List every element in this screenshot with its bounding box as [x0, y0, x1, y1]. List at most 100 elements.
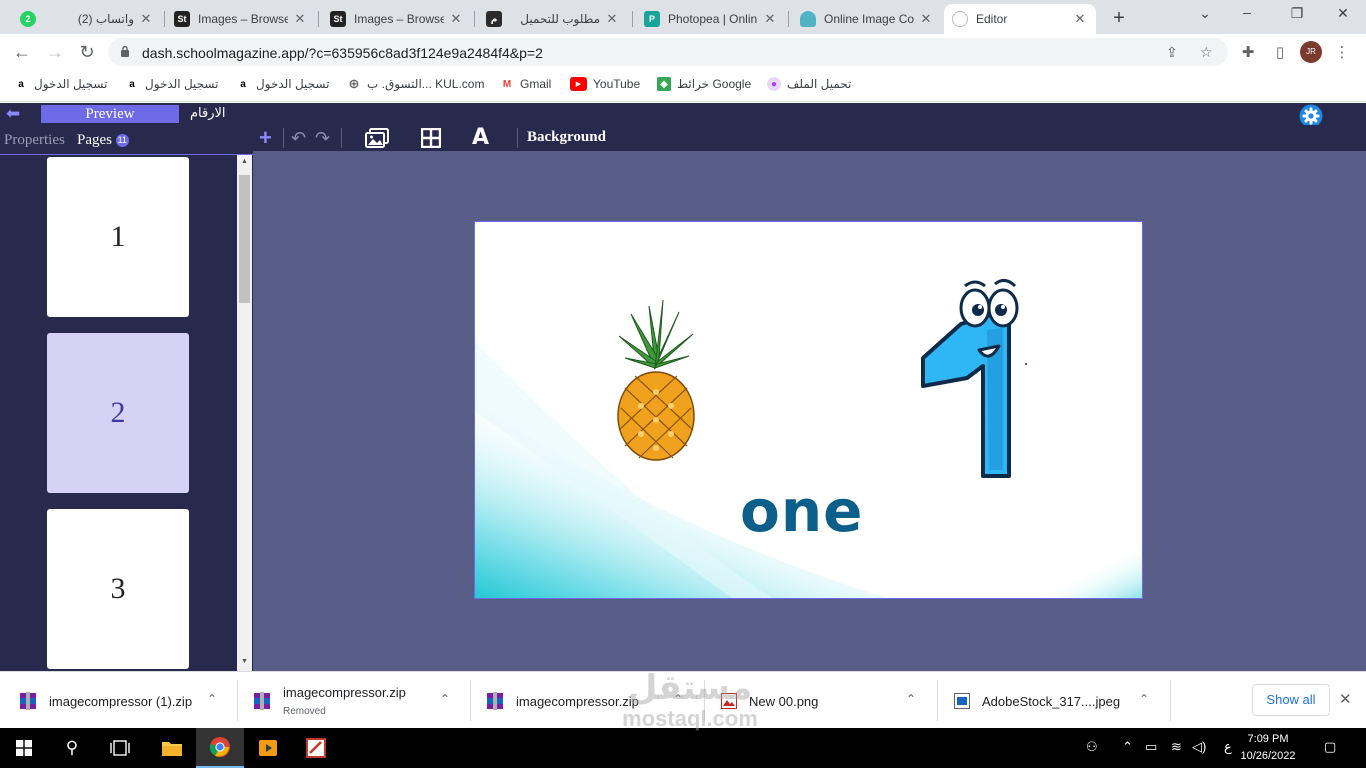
input-language[interactable]: ع: [1224, 739, 1232, 755]
window-close-icon[interactable]: ✕: [1332, 5, 1354, 22]
scroll-down-icon[interactable]: ▼: [237, 658, 252, 665]
notifications-icon[interactable]: ▢: [1324, 739, 1336, 755]
tab-properties[interactable]: Properties: [4, 132, 65, 149]
url-text[interactable]: dash.schoolmagazine.app/?c=635956c8ad3f1…: [142, 45, 543, 61]
close-icon[interactable]: ✕: [762, 11, 778, 27]
number-one-character[interactable]: [917, 274, 1037, 484]
share-icon[interactable]: ⇪: [1166, 44, 1178, 61]
tab-images-1[interactable]: St Images – Browse ✕: [166, 4, 316, 34]
tab-photopea[interactable]: P Photopea | Onlin ✕: [636, 4, 786, 34]
bookmark-item[interactable]: ◆ خرائط Google: [657, 77, 751, 91]
chevron-up-icon[interactable]: ⌃: [1122, 739, 1133, 755]
download-item[interactable]: AdobeStock_317....jpeg ⌃: [938, 672, 1169, 729]
pages-scrollbar[interactable]: ▲ ▼: [237, 155, 252, 671]
windows-start-icon[interactable]: [0, 728, 48, 768]
add-page-icon[interactable]: +: [259, 127, 272, 149]
bookmark-item[interactable]: a تسجيل الدخول: [14, 77, 107, 91]
menu-icon[interactable]: ⋮: [1332, 43, 1352, 61]
chevron-up-icon[interactable]: ⌃: [440, 692, 450, 706]
page-number: 2: [110, 396, 126, 429]
close-icon[interactable]: ✕: [448, 11, 464, 27]
download-filename: imagecompressor.zip: [516, 694, 639, 709]
close-icon[interactable]: ✕: [138, 11, 154, 27]
forward-icon[interactable]: →: [44, 41, 66, 63]
close-icon[interactable]: ✕: [604, 11, 620, 27]
stock-icon: St: [174, 11, 190, 27]
page-thumbnail[interactable]: 3: [47, 509, 189, 669]
download-item[interactable]: imagecompressor.zip ⌃: [471, 672, 703, 729]
chevron-up-icon[interactable]: ⌃: [207, 692, 217, 706]
lock-icon: [121, 45, 129, 57]
tab-pages-label: Pages: [77, 132, 112, 148]
tab-search-chevron-icon[interactable]: ⌄: [1194, 5, 1216, 22]
close-icon[interactable]: ✕: [918, 11, 934, 27]
side-panel-icon[interactable]: ▯: [1270, 43, 1290, 61]
bookmark-item[interactable]: M Gmail: [500, 77, 552, 91]
bookmark-label: خرائط Google: [677, 77, 752, 91]
whatsapp-icon: 2: [20, 11, 36, 27]
bookmark-item[interactable]: ⊕ التسوق. ب... KUL.com: [347, 76, 485, 91]
bookmark-item[interactable]: a تسجيل الدخول: [125, 77, 218, 91]
tab-images-2[interactable]: St Images – Browse ✕: [322, 4, 472, 34]
pineapple-image[interactable]: [611, 296, 701, 462]
page-thumbnail-selected[interactable]: 2: [47, 333, 189, 493]
number-word[interactable]: one: [740, 477, 863, 545]
tab-mostaql[interactable]: م مطلوب للتحميل ✕: [478, 4, 628, 34]
tab-editor[interactable]: Editor ✕: [944, 4, 1096, 34]
preview-button[interactable]: Preview: [41, 105, 179, 123]
images-icon[interactable]: [365, 128, 389, 148]
chevron-up-icon[interactable]: ⌃: [673, 692, 683, 706]
people-icon[interactable]: ⚇: [1086, 739, 1098, 755]
text-tool-icon[interactable]: A: [472, 127, 489, 149]
new-tab-icon[interactable]: +: [1108, 7, 1130, 30]
search-icon[interactable]: ⚲: [48, 728, 96, 768]
close-icon[interactable]: ✕: [1072, 11, 1088, 27]
background-button[interactable]: Background: [527, 129, 606, 146]
close-icon[interactable]: ✕: [292, 11, 308, 27]
chrome-icon[interactable]: [196, 728, 244, 768]
back-arrow-icon[interactable]: ⬅: [6, 105, 20, 122]
tab-strip: 2 (2) واتساب ✕ St Images – Browse ✕ St I…: [0, 0, 1366, 34]
scrollbar-thumb[interactable]: [239, 175, 250, 303]
address-bar[interactable]: dash.schoolmagazine.app/?c=635956c8ad3f1…: [108, 38, 1228, 66]
tab-title: Images – Browse: [354, 12, 444, 26]
restore-icon[interactable]: ❐: [1286, 5, 1308, 22]
avatar[interactable]: JR: [1300, 41, 1322, 63]
system-clock[interactable]: 7:09 PM 10/26/2022: [1238, 731, 1298, 765]
extensions-icon[interactable]: ✚: [1238, 43, 1258, 61]
download-item[interactable]: imagecompressor (1).zip ⌃: [0, 672, 236, 729]
bookmark-star-icon[interactable]: ☆: [1200, 44, 1213, 61]
bookmark-item[interactable]: ● تحميل الملف: [767, 77, 851, 91]
file-icon: ●: [767, 77, 781, 91]
wifi-icon[interactable]: ≋: [1171, 739, 1182, 755]
tab-image-compressor[interactable]: Online Image Co ✕: [792, 4, 942, 34]
tab-pages[interactable]: Pages 11: [77, 132, 129, 149]
battery-icon[interactable]: ▭: [1145, 739, 1157, 755]
tab-whatsapp[interactable]: 2 (2) واتساب ✕: [12, 4, 162, 34]
file-explorer-icon[interactable]: [148, 728, 196, 768]
back-icon[interactable]: ←: [11, 41, 33, 63]
editor-icon: [952, 11, 968, 27]
scroll-up-icon[interactable]: ▲: [237, 158, 252, 165]
download-item[interactable]: New 00.png ⌃: [705, 672, 936, 729]
bookmark-item[interactable]: ▶ YouTube: [570, 77, 640, 91]
close-downloads-icon[interactable]: ✕: [1339, 690, 1352, 708]
media-player-icon[interactable]: [244, 728, 292, 768]
amazon-icon: a: [129, 78, 135, 90]
bookmark-item[interactable]: a تسجيل الدخول: [236, 77, 329, 91]
download-item[interactable]: imagecompressor.zip Removed ⌃: [238, 672, 470, 729]
reload-icon[interactable]: ↻: [76, 41, 98, 63]
chevron-up-icon[interactable]: ⌃: [1139, 692, 1149, 706]
minimize-icon[interactable]: –: [1236, 4, 1258, 20]
grid-icon[interactable]: [421, 128, 441, 148]
undo-icon[interactable]: ↶: [291, 127, 306, 149]
page-thumbnail[interactable]: 1: [47, 157, 189, 317]
paint-app-icon[interactable]: [292, 728, 340, 768]
page-canvas[interactable]: one: [474, 221, 1143, 599]
redo-icon[interactable]: ↷: [315, 127, 330, 149]
task-view-icon[interactable]: [96, 728, 144, 768]
show-all-button[interactable]: Show all: [1252, 684, 1330, 716]
bookmark-label: YouTube: [593, 77, 641, 91]
chevron-up-icon[interactable]: ⌃: [906, 692, 916, 706]
volume-icon[interactable]: ◁): [1192, 739, 1206, 755]
